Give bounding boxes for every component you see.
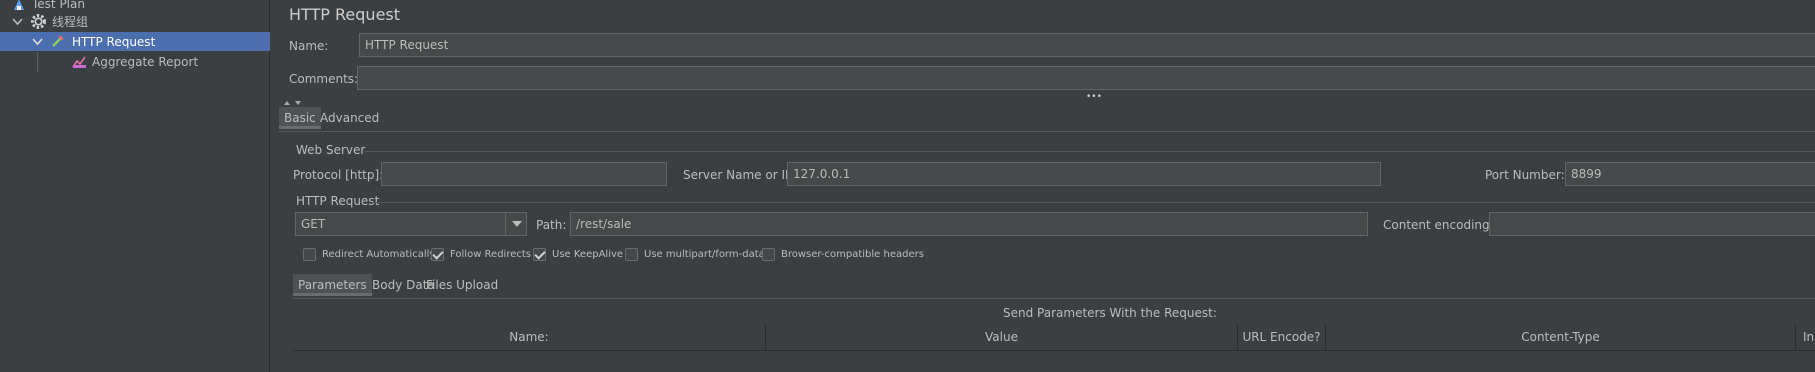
splitter-handle[interactable]: •••: [1086, 92, 1102, 102]
path-label: Path:: [536, 218, 567, 232]
tab-advanced[interactable]: Advanced: [315, 107, 384, 129]
comments-label: Comments:: [289, 72, 359, 86]
tree-item-aggregate-report[interactable]: Aggregate Report: [0, 52, 270, 71]
tab-divider: [279, 131, 1815, 132]
tab-parameters[interactable]: Parameters: [293, 274, 372, 296]
section-http-request: HTTP Request: [296, 194, 380, 208]
http-request-panel: HTTP Request Name: HTTP Request Comments…: [274, 0, 1815, 372]
checkbox-box[interactable]: [431, 247, 444, 261]
content-encoding-field[interactable]: [1489, 212, 1815, 236]
comments-field[interactable]: [357, 66, 1815, 90]
page-title: HTTP Request: [289, 5, 401, 24]
name-field[interactable]: HTTP Request: [359, 33, 1815, 57]
use-multipart-checkbox[interactable]: Use multipart/form-data: [625, 246, 765, 262]
checkbox-label: Follow Redirects: [450, 248, 531, 260]
checkbox-box[interactable]: [533, 247, 546, 261]
port-label: Port Number:: [1485, 168, 1565, 182]
chart-icon: [72, 54, 87, 72]
checkbox-label: Use KeepAlive: [552, 248, 624, 260]
checkbox-box[interactable]: [762, 247, 775, 261]
tree-item-http-request[interactable]: HTTP Request: [0, 32, 270, 51]
tree-item-label: Aggregate Report: [92, 54, 199, 69]
column-header-name[interactable]: Name:: [293, 324, 766, 350]
column-header-value[interactable]: Value: [766, 324, 1238, 350]
use-keepalive-checkbox[interactable]: Use KeepAlive: [533, 246, 623, 262]
checkbox-label: Use multipart/form-data: [644, 248, 765, 260]
tree-item-thread-group[interactable]: 线程组: [0, 12, 270, 31]
tab-divider: [293, 298, 1815, 299]
checkbox-label: Browser-compatible headers: [781, 248, 924, 260]
chevron-down-icon[interactable]: [12, 16, 23, 30]
section-web-server: Web Server: [296, 143, 366, 157]
protocol-field[interactable]: [381, 162, 667, 186]
checkbox-box[interactable]: [625, 247, 638, 261]
tree-item-label: HTTP Request: [72, 34, 156, 49]
method-select[interactable]: GET: [295, 212, 527, 236]
pipette-icon: [50, 33, 66, 52]
port-field[interactable]: 8899: [1565, 162, 1815, 186]
tree-item-label: 线程组: [52, 15, 89, 29]
params-caption: Send Parameters With the Request:: [1003, 306, 1217, 320]
tree-item-label: Test Plan: [32, 0, 85, 11]
chevron-down-icon[interactable]: [32, 36, 43, 50]
redirect-automatically-checkbox[interactable]: Redirect Automatically: [303, 246, 435, 262]
server-label: Server Name or IP:: [683, 168, 797, 182]
server-name-field[interactable]: 127.0.0.1: [787, 162, 1381, 186]
test-plan-tree: Test Plan 线程组 HTTP Request Aggregate Rep…: [0, 0, 270, 372]
tab-files-upload[interactable]: Files Upload: [421, 274, 503, 296]
protocol-label: Protocol [http]:: [293, 168, 384, 182]
section-divider: [372, 202, 1815, 203]
section-divider: [364, 151, 1815, 152]
table-header-divider: [293, 350, 1815, 351]
name-label: Name:: [289, 39, 329, 53]
follow-redirects-checkbox[interactable]: Follow Redirects: [431, 246, 531, 262]
encoding-label: Content encoding:: [1383, 218, 1494, 232]
gear-icon: [30, 13, 47, 33]
path-field[interactable]: /rest/sale: [570, 212, 1368, 236]
browser-compatible-checkbox[interactable]: Browser-compatible headers: [762, 246, 924, 262]
column-header-content-type[interactable]: Content-Type: [1326, 324, 1796, 350]
column-header-include[interactable]: In: [1796, 324, 1815, 350]
column-header-url-encode[interactable]: URL Encode?: [1238, 324, 1326, 350]
checkbox-label: Redirect Automatically: [322, 248, 436, 260]
checkbox-box[interactable]: [303, 247, 316, 261]
chevron-down-icon[interactable]: [505, 212, 527, 236]
